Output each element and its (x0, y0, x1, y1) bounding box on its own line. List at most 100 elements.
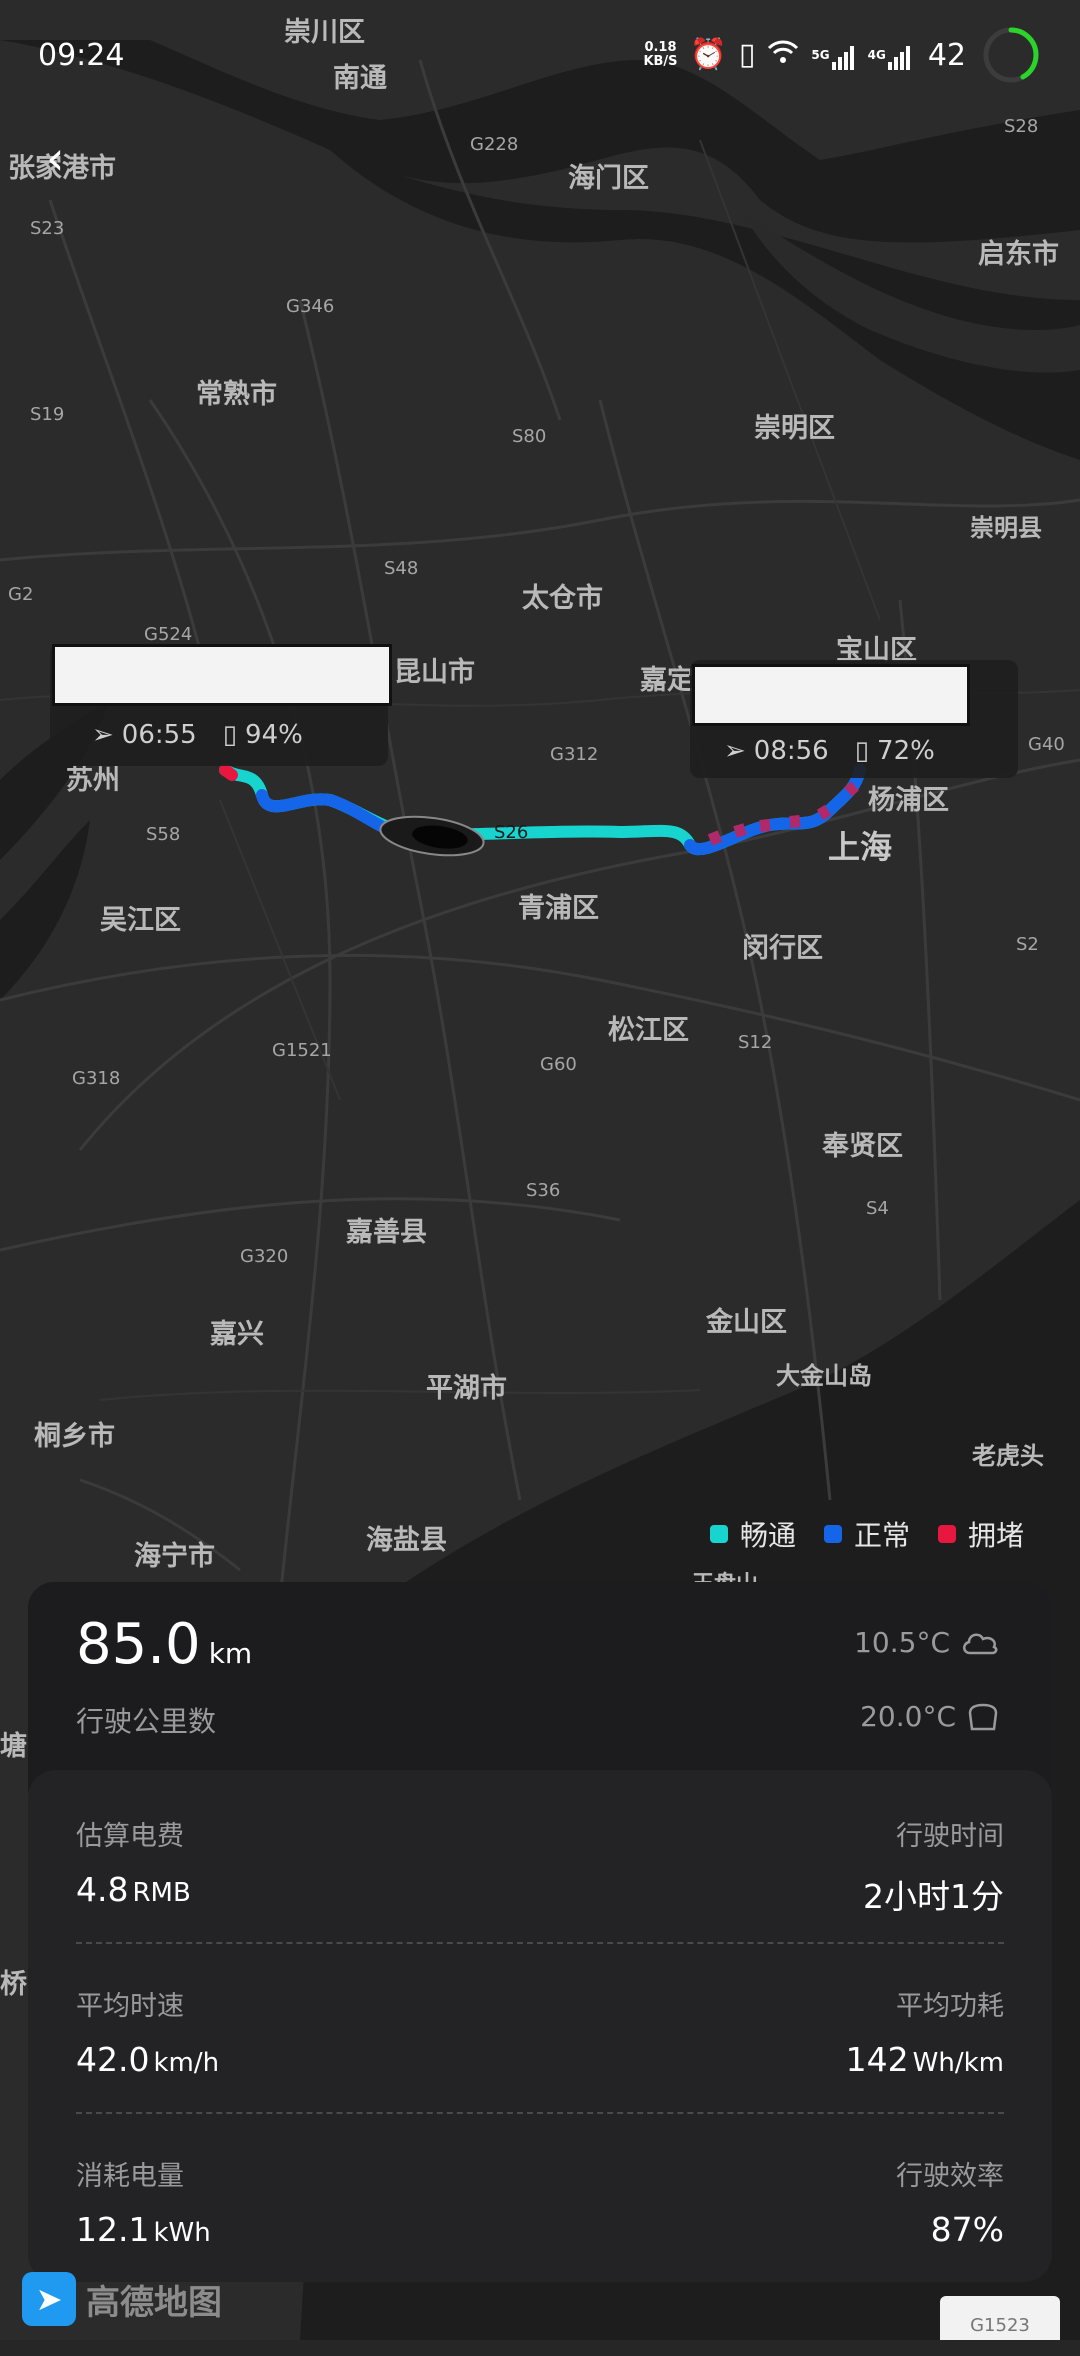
end-time: ➢ 08:56 (724, 736, 829, 766)
place-label: 海盐县 (366, 1525, 447, 1556)
road-label: G60 (540, 1054, 577, 1075)
cost: 4.8 RMB (76, 1870, 191, 1909)
divider (76, 2112, 1004, 2114)
battery-ring-icon (983, 27, 1039, 83)
place-label: 太仓市 (522, 583, 603, 614)
road-label: S19 (30, 404, 65, 425)
legend-swatch (709, 1525, 728, 1543)
status-bar: 09:24 0.18 KB/S ⏰ ▯ 5G 4G 42 (0, 0, 1080, 110)
end-location-name-redacted (692, 664, 970, 726)
road-label: S48 (384, 558, 419, 579)
network-speed-value: 0.18 (644, 40, 677, 55)
legend-item-congested: 拥堵 (937, 1514, 1024, 1554)
navigation-arrow-icon: ➢ (92, 720, 114, 750)
drive-time-label: 行驶时间 (896, 1821, 1004, 1852)
avg-power-label: 平均功耗 (896, 1991, 1004, 2022)
road-label: G40 (1028, 734, 1065, 755)
place-label: 松江区 (608, 1015, 689, 1046)
legend-swatch (823, 1525, 842, 1543)
road-label: S26 (494, 822, 529, 843)
place-label: 平湖市 (426, 1373, 507, 1404)
road-label: G318 (72, 1068, 121, 1089)
outside-temperature: 10.5°C (854, 1626, 1000, 1659)
avg-speed-label: 平均时速 (76, 1991, 184, 2022)
signal-5g-label: 5G (811, 48, 830, 62)
avg-speed-unit: km/h (153, 2048, 220, 2078)
place-label: 常熟市 (196, 379, 277, 410)
cost-label: 估算电费 (76, 1821, 184, 1852)
battery-icon: ▯ (222, 720, 238, 750)
road-label: G346 (286, 296, 335, 317)
avg-speed: 42.0 km/h (76, 2040, 219, 2079)
clock: 09:24 (38, 38, 125, 73)
start-location-name-redacted (52, 644, 392, 706)
distance-label: 行驶公里数 (76, 1705, 217, 1738)
drive-time-value: 2小时1分 (863, 1877, 1004, 1916)
legend-item-normal: 正常 (823, 1514, 910, 1554)
road-label: G2 (8, 584, 34, 605)
amap-logo-icon: ➤ (22, 2272, 76, 2326)
place-label: 金山区 (706, 1307, 787, 1338)
end-time-value: 08:56 (753, 736, 829, 766)
start-point-card[interactable]: ➢ 06:55 ▯ 94% (50, 644, 392, 766)
road-label: G312 (550, 744, 599, 765)
place-label: 昆山市 (394, 657, 475, 688)
place-label: 嘉定 (640, 665, 694, 696)
distance: 85.0 km (76, 1612, 252, 1677)
road-label: S12 (738, 1032, 773, 1053)
car-interior-icon (968, 1703, 998, 1730)
place-label: 老虎头 (972, 1442, 1044, 1470)
end-battery: ▯ 72% (855, 736, 935, 766)
place-label: 奉贤区 (822, 1131, 903, 1162)
signal-4g-icon: 4G (868, 40, 912, 70)
status-icons: 0.18 KB/S ⏰ ▯ 5G 4G 42 (643, 26, 1040, 84)
legend-label: 正常 (853, 1519, 910, 1552)
road-label: G524 (144, 624, 193, 645)
avg-speed-value: 42.0 (76, 2040, 150, 2079)
trip-summary-panel: 85.0 km 行驶公里数 10.5°C 20.0°C (28, 1582, 1052, 1792)
avg-power-value: 142 (845, 2040, 909, 2079)
outside-temp-value: 10.5°C (854, 1626, 950, 1659)
efficiency-label: 行驶效率 (896, 2161, 1004, 2192)
avg-power: 142 Wh/km (846, 2040, 1004, 2079)
end-point-card[interactable]: ➢ 08:56 ▯ 72% (690, 660, 1018, 778)
stats-row-speed-power: 平均时速 42.0 km/h 平均功耗 142 Wh/km (76, 1984, 1004, 2104)
road-label: S36 (526, 1180, 561, 1201)
start-time-value: 06:55 (121, 720, 197, 750)
road-label: S23 (30, 218, 65, 239)
vibrate-icon: ▯ (738, 37, 756, 72)
legend-label: 拥堵 (967, 1519, 1024, 1552)
network-speed-unit: KB/S (643, 54, 678, 69)
road-label: S80 (512, 426, 547, 447)
place-label: 海宁市 (134, 1541, 215, 1572)
signal-5g-icon: 5G (811, 40, 855, 70)
place-label: 闵行区 (742, 933, 823, 964)
place-label: 崇明区 (754, 413, 835, 444)
stats-row-cost-time: 估算电费 4.8 RMB 行驶时间 2小时1分 (76, 1814, 1004, 1934)
energy-used-value: 12.1 (76, 2210, 150, 2249)
place-label: 海门区 (568, 163, 649, 194)
start-info: ➢ 06:55 ▯ 94% (92, 720, 303, 750)
map-brand-logo: ➤ 高德地图 (22, 2272, 222, 2326)
road-label: G228 (470, 134, 519, 155)
battery-icon: ▯ (854, 736, 870, 766)
inside-temp-value: 20.0°C (860, 1700, 956, 1733)
battery-percent: 42 (927, 37, 966, 73)
map-brand-text: 高德地图 (86, 2282, 222, 2323)
legend-item-clear: 畅通 (709, 1514, 796, 1554)
road-label: G1523 (940, 2296, 1060, 2340)
stats-row-energy-efficiency: 消耗电量 12.1 kWh 行驶效率 87% (76, 2154, 1004, 2274)
place-label: 桥 (0, 1969, 27, 2000)
wifi-icon (767, 39, 799, 71)
start-battery-value: 94% (245, 720, 303, 750)
network-speed: 0.18 KB/S (643, 41, 677, 69)
divider (76, 1942, 1004, 1944)
road-label: S28 (1004, 116, 1039, 137)
distance-value: 85.0 (76, 1612, 201, 1677)
energy-used-label: 消耗电量 (76, 2161, 184, 2192)
road-label: G320 (240, 1246, 289, 1267)
cost-unit: RMB (132, 1878, 191, 1908)
back-arrow-icon[interactable]: ‹ (46, 135, 86, 181)
distance-unit: km (208, 1637, 253, 1670)
place-label: 崇明县 (970, 514, 1042, 542)
